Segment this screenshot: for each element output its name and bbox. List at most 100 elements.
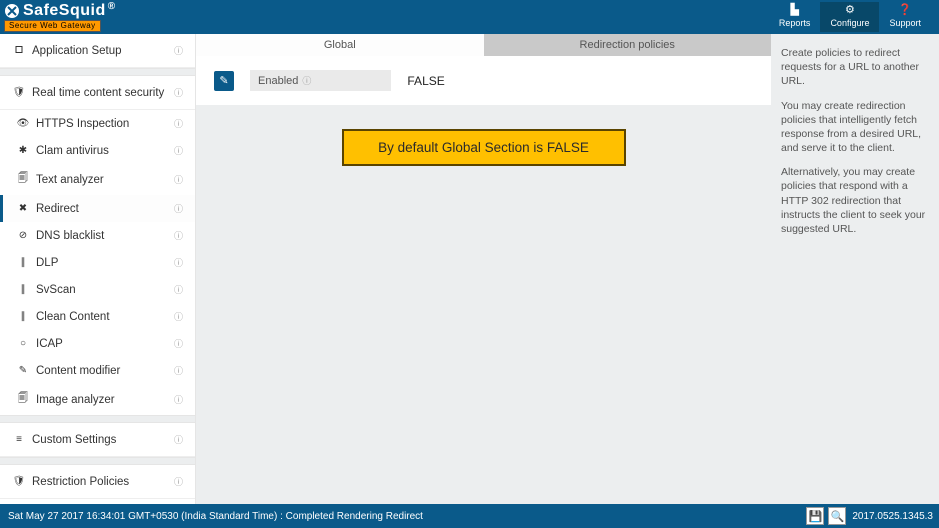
bars-icon: ∥ [16,284,30,295]
info-icon: ⓘ [174,364,183,377]
info-icon: ⓘ [174,475,183,488]
page-icon: 🗐 [16,171,30,188]
support-icon: ❓ [898,5,912,16]
help-text: You may create redirection policies that… [781,99,929,156]
sidebar-item-label: Application Setup [32,45,168,57]
enabled-label-wrap: Enabled ⓘ [250,70,391,91]
logo-tagline: Secure Web Gateway [4,20,101,32]
main: 🞑 Application Setup ⓘ 🛡 Real time conten… [0,34,939,504]
help-text: Alternatively, you may create policies t… [781,165,929,236]
circle-icon: ○ [16,338,30,349]
disk-icon: 💾 [809,510,823,523]
eye-icon: 👁 [16,118,30,129]
callout-note: By default Global Section is FALSE [342,129,626,166]
pencil-icon: ✎ [219,74,228,87]
sidebar-divider [0,415,195,423]
sidebar-restriction-policies[interactable]: 🛡 Restriction Policies ⓘ [0,465,195,499]
bars-icon: ∥ [16,257,30,268]
info-icon: ⓘ [174,86,183,99]
tabs: Global Redirection policies [196,34,771,56]
logo-icon [4,3,20,19]
save-button[interactable]: 💾 [806,507,824,525]
sidebar-item-label: SvScan [36,284,168,296]
sidebar-divider [0,457,195,465]
search-button[interactable]: 🔍 [828,507,846,525]
sidebar-item-content-modifier[interactable]: ✎ Content modifier ⓘ [0,357,195,384]
sidebar-item-label: HTTPS Inspection [36,118,168,130]
bars-icon: ∥ [16,311,30,322]
header-actions: ▙ Reports ⚙ Configure ❓ Support [769,2,931,32]
reports-icon: ▙ [790,5,798,16]
sidebar-custom-settings[interactable]: ≡ Custom Settings ⓘ [0,423,195,457]
sidebar-item-label: Image analyzer [36,394,168,406]
sidebar-divider [0,68,195,76]
app-header: SafeSquid® Secure Web Gateway ▙ Reports … [0,0,939,34]
sidebar: 🞑 Application Setup ⓘ 🛡 Real time conten… [0,34,196,504]
info-icon: ⓘ [174,310,183,323]
info-icon: ⓘ [174,433,183,446]
shield-icon: 🛡 [12,87,26,98]
tab-global[interactable]: Global [196,34,484,56]
sidebar-item-label: DLP [36,257,168,269]
tab-redirection-policies[interactable]: Redirection policies [484,34,772,56]
support-button[interactable]: ❓ Support [879,2,931,32]
version-text: 2017.0525.1345.3 [852,511,933,522]
status-text: Sat May 27 2017 16:34:01 GMT+0530 (India… [8,511,423,522]
sidebar-item-svscan[interactable]: ∥ SvScan ⓘ [0,276,195,303]
sidebar-rtcs[interactable]: 🛡 Real time content security ⓘ [0,76,195,110]
sidebar-item-label: Clam antivirus [36,145,168,157]
reports-button[interactable]: ▙ Reports [769,2,821,32]
info-icon: ⓘ [174,337,183,350]
logo-text: SafeSquid® [4,3,116,19]
info-icon: ⓘ [174,44,183,57]
support-label: Support [889,18,921,28]
info-icon: ⓘ [174,393,183,406]
info-icon: ⓘ [302,74,311,87]
help-panel: Create policies to redirect requests for… [771,34,939,504]
info-icon: ⓘ [174,173,183,186]
footer-right: 💾 🔍 2017.0525.1345.3 [806,507,933,525]
sidebar-item-https-inspection[interactable]: 👁 HTTPS Inspection ⓘ [0,110,195,137]
pencil-icon: ✎ [16,365,30,376]
sliders-icon: ≡ [12,434,26,445]
sidebar-item-label: Content modifier [36,365,168,377]
configure-label: Configure [830,18,869,28]
info-icon: ⓘ [174,229,183,242]
sidebar-application-setup[interactable]: 🞑 Application Setup ⓘ [0,34,195,68]
enabled-field: Enabled ⓘ FALSE [250,70,753,91]
sidebar-item-text-analyzer[interactable]: 🗐 Text analyzer ⓘ [0,164,195,195]
briefcase-icon: 🞑 [12,45,26,56]
sidebar-item-label: Real time content security [32,87,168,99]
sidebar-item-label: Restriction Policies [32,476,168,488]
global-content: ✎ Enabled ⓘ FALSE [196,56,771,105]
sidebar-item-label: Redirect [36,203,168,215]
asterisk-icon: ✱ [16,145,30,156]
sidebar-item-label: ICAP [36,338,168,350]
help-text: Create policies to redirect requests for… [781,46,929,89]
reports-label: Reports [779,18,811,28]
sidebar-item-icap[interactable]: ○ ICAP ⓘ [0,330,195,357]
center-panel: Global Redirection policies ✎ Enabled ⓘ … [196,34,771,504]
sidebar-item-label: Custom Settings [32,434,168,446]
footer: Sat May 27 2017 16:34:01 GMT+0530 (India… [0,504,939,528]
shield-icon: 🛡 [12,476,26,487]
sidebar-item-dlp[interactable]: ∥ DLP ⓘ [0,249,195,276]
sidebar-item-redirect[interactable]: ✖ Redirect ⓘ [0,195,195,222]
info-icon: ⓘ [174,144,183,157]
enabled-value: FALSE [391,74,444,88]
configure-button[interactable]: ⚙ Configure [820,2,879,32]
sidebar-item-clam-antivirus[interactable]: ✱ Clam antivirus ⓘ [0,137,195,164]
enabled-label: Enabled [258,75,298,87]
block-icon: ⊘ [16,230,30,241]
edit-button[interactable]: ✎ [214,71,234,91]
sidebar-item-image-analyzer[interactable]: 🗐 Image analyzer ⓘ [0,384,195,415]
search-icon: 🔍 [831,510,845,523]
sidebar-item-dns-blacklist[interactable]: ⊘ DNS blacklist ⓘ [0,222,195,249]
info-icon: ⓘ [174,117,183,130]
logo: SafeSquid® Secure Web Gateway [4,3,116,32]
sidebar-item-clean-content[interactable]: ∥ Clean Content ⓘ [0,303,195,330]
sidebar-item-label: Text analyzer [36,174,168,186]
info-icon: ⓘ [174,256,183,269]
shuffle-icon: ✖ [16,203,30,214]
info-icon: ⓘ [174,283,183,296]
